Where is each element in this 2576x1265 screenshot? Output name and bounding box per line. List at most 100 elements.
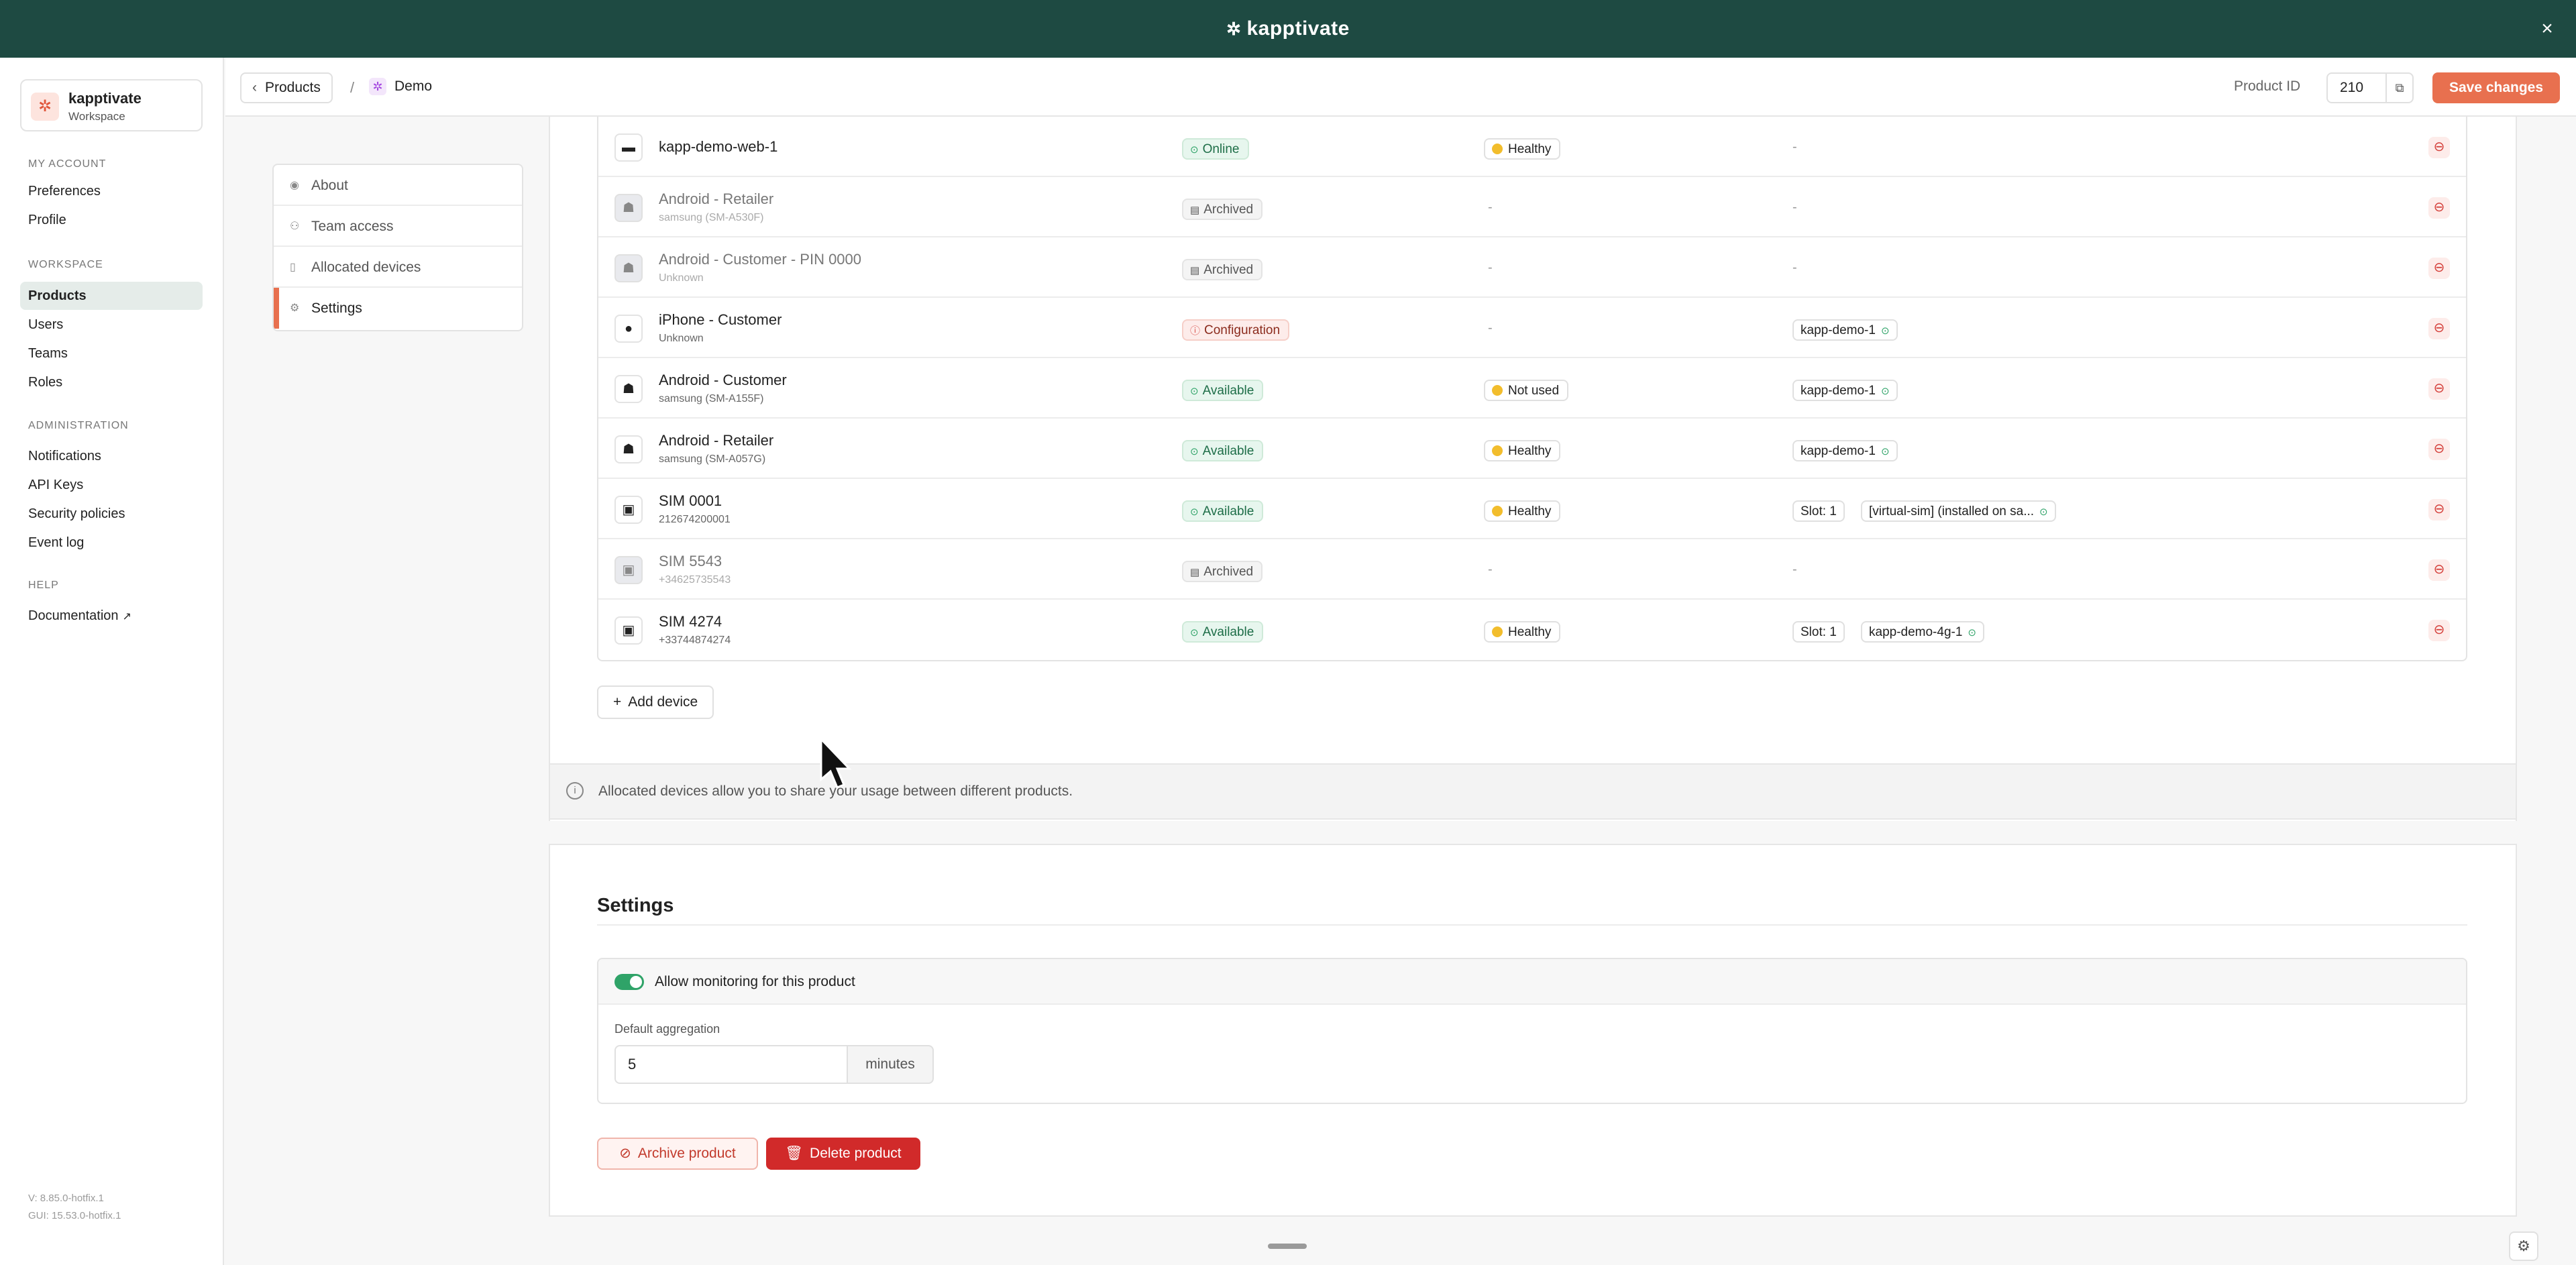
status-badge: ⓘ Configuration (1182, 319, 1290, 341)
product-id-field[interactable]: 210 (2326, 72, 2387, 103)
sidebar-item-roles[interactable]: Roles (20, 368, 203, 396)
check-circle-icon: ⊙ (1190, 144, 1199, 156)
device-name: Android - Customer - PIN 0000 (659, 251, 862, 268)
slot-chip: Slot: 1 (1792, 500, 1845, 522)
delete-product-button[interactable]: 🗑 Delete product (766, 1138, 920, 1170)
settings-title: Settings (597, 895, 674, 916)
remove-device-button[interactable]: ⊖ (2428, 137, 2450, 158)
allocation-label: kapp-demo-4g-1 (1869, 625, 1963, 639)
check-circle-icon: ⊙ (1880, 325, 1890, 337)
table-row: ▣ SIM 0001 212674200001 ⊙ Available Healt… (598, 479, 2466, 539)
allocation-chip[interactable]: kapp-demo-4g-1 ⊙ (1861, 621, 1984, 643)
smiley-icon (1492, 144, 1503, 154)
copy-icon[interactable]: ⧉ (2385, 72, 2414, 103)
sidebar-item-security-policies[interactable]: Security policies (20, 500, 203, 528)
remove-device-button[interactable]: ⊖ (2428, 559, 2450, 581)
workspace-switcher[interactable]: ✲ kapptivate Workspace (20, 79, 203, 131)
smiley-icon (1492, 385, 1503, 396)
remove-device-button[interactable]: ⊖ (2428, 197, 2450, 219)
device-model: samsung (SM-A057G) (659, 453, 766, 465)
android-icon: ☗ (614, 194, 643, 222)
archive-icon: ▤ (1190, 265, 1200, 276)
sidebar-item-profile[interactable]: Profile (20, 206, 203, 234)
health-empty: - (1488, 562, 1493, 577)
check-circle-icon: ⊙ (1968, 627, 1976, 639)
archive-icon: ▤ (1190, 205, 1200, 216)
health-badge: Healthy (1484, 138, 1561, 160)
archive-product-button[interactable]: ⊘ Archive product (597, 1138, 758, 1170)
health-label: Healthy (1508, 444, 1552, 458)
allocation-empty: - (1792, 562, 1797, 577)
status-badge: ▤ Archived (1182, 259, 1263, 280)
tab-team-access[interactable]: ⚇ Team access (274, 206, 522, 247)
sim-icon: ▣ (614, 496, 643, 524)
tab-settings[interactable]: ⚙ Settings (274, 288, 522, 329)
close-icon[interactable]: × (2536, 17, 2559, 40)
monitoring-toggle[interactable] (614, 974, 644, 990)
browser-icon: ▬ (614, 133, 643, 162)
external-link-icon: ↗ (122, 611, 131, 622)
check-circle-icon: ⊙ (1880, 386, 1890, 397)
monitoring-header: Allow monitoring for this product (598, 959, 2466, 1005)
plus-icon: + (613, 694, 622, 710)
allocation-chip[interactable]: kapp-demo-1 ⊙ (1792, 380, 1898, 401)
android-icon: ☗ (614, 254, 643, 282)
aggregation-unit: minutes (847, 1045, 934, 1084)
breadcrumb-current: Demo (394, 78, 433, 94)
sidebar-item-api-keys[interactable]: API Keys (20, 471, 203, 499)
sidebar-item-teams[interactable]: Teams (20, 339, 203, 368)
tab-team-access-label: Team access (311, 219, 394, 234)
health-label: Healthy (1508, 504, 1552, 518)
allocation-empty: - (1792, 200, 1797, 215)
tab-about-label: About (311, 178, 348, 193)
tab-about[interactable]: ◉ About (274, 165, 522, 206)
aggregation-input[interactable]: 5 (614, 1045, 848, 1084)
sidebar-item-documentation[interactable]: Documentation ↗ (20, 602, 203, 630)
add-device-button[interactable]: + Add device (597, 685, 714, 719)
allocation-chip[interactable]: [virtual-sim] (installed on sa... ⊙ (1861, 500, 2056, 522)
mouse-cursor-icon (820, 738, 852, 789)
check-circle-icon: ⊙ (1190, 506, 1199, 518)
sim-icon: ▣ (614, 616, 643, 645)
device-number: +33744874274 (659, 635, 731, 646)
check-circle-icon: ⊙ (1190, 627, 1199, 639)
sidebar-item-notifications[interactable]: Notifications (20, 442, 203, 470)
tab-allocated-devices[interactable]: ▯ Allocated devices (274, 247, 522, 288)
gear-icon[interactable]: ⚙ (2509, 1231, 2538, 1261)
save-changes-button[interactable]: Save changes (2432, 72, 2560, 103)
device-name: Android - Customer (659, 372, 787, 388)
sidebar-item-preferences[interactable]: Preferences (20, 177, 203, 205)
allocation-chip[interactable]: kapp-demo-1 ⊙ (1792, 319, 1898, 341)
aggregation-label: Default aggregation (614, 1022, 720, 1036)
section-administration: ADMINISTRATION (28, 420, 129, 431)
monitoring-box: Allow monitoring for this product Defaul… (597, 958, 2467, 1104)
remove-device-button[interactable]: ⊖ (2428, 439, 2450, 460)
status-badge: ▤ Archived (1182, 561, 1263, 582)
sidebar-item-users[interactable]: Users (20, 311, 203, 339)
health-badge: Not used (1484, 380, 1569, 401)
sidebar-item-event-log[interactable]: Event log (20, 529, 203, 557)
check-circle-icon: ⊙ (1190, 446, 1199, 457)
remove-device-button[interactable]: ⊖ (2428, 378, 2450, 400)
status-badge: ▤ Archived (1182, 199, 1263, 220)
divider (597, 924, 2467, 926)
status-label: Available (1202, 504, 1254, 518)
allocation-chip[interactable]: kapp-demo-1 ⊙ (1792, 440, 1898, 461)
workspace-type: Workspace (68, 110, 125, 123)
status-badge: ⊙ Available (1182, 500, 1264, 522)
smiley-icon (1492, 445, 1503, 456)
chevron-left-icon: ‹ (252, 80, 257, 95)
remove-device-button[interactable]: ⊖ (2428, 258, 2450, 279)
sidebar-item-products[interactable]: Products (20, 282, 203, 310)
remove-device-button[interactable]: ⊖ (2428, 499, 2450, 520)
remove-device-button[interactable]: ⊖ (2428, 318, 2450, 339)
remove-device-button[interactable]: ⊖ (2428, 620, 2450, 641)
breadcrumb-products[interactable]: ‹ Products (240, 72, 333, 103)
drag-handle[interactable] (1268, 1244, 1307, 1249)
status-label: Online (1202, 142, 1240, 156)
product-icon: ✲ (369, 78, 386, 95)
table-row: ▬ kapp-demo-web-1 ⊙ Online Healthy - ⊖ (598, 117, 2466, 177)
health-label: Healthy (1508, 142, 1552, 156)
status-badge: ⊙ Available (1182, 621, 1264, 643)
slot-chip: Slot: 1 (1792, 621, 1845, 643)
